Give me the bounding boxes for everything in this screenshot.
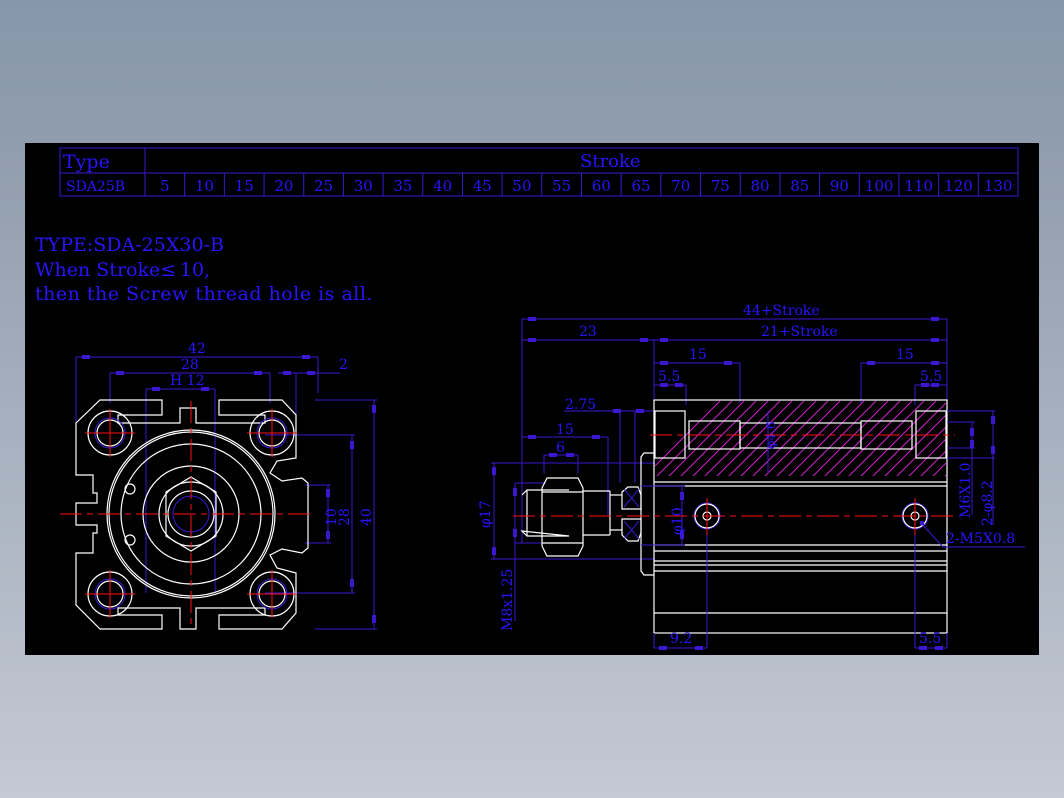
hatch-line [680, 400, 757, 477]
dim-28-label: 28 [181, 357, 199, 373]
table-stroke-cell: 25 [314, 177, 333, 195]
thread-rod-label: M8x1.25 [500, 569, 516, 631]
dim-42-label: 42 [188, 341, 206, 357]
hatch-line [788, 400, 865, 477]
dim-phi10-label: φ10 [670, 507, 686, 535]
table-stroke-cell: 80 [751, 177, 770, 195]
rod-wrench-flats [621, 486, 642, 542]
dim-body-label: 21+Stroke [761, 324, 838, 340]
table-stroke-cell: 10 [195, 177, 214, 195]
hatch-line [812, 400, 889, 477]
table-stroke-cell: 55 [552, 177, 571, 195]
table-stroke-cell: 50 [512, 177, 531, 195]
dim-2-label: 2 [339, 357, 348, 373]
cad-drawing: Type Stroke SDA25B 5 10 15 20 25 30 35 40 45 50 55… [35, 147, 1025, 650]
table-stroke-cell: 65 [631, 177, 650, 195]
dim-phi17-label: φ17 [478, 500, 494, 528]
dim-6-label: 6 [556, 440, 565, 456]
table-type-header: Type [63, 151, 110, 173]
dim-15-right-label: 15 [896, 347, 914, 363]
table-stroke-cell: 90 [830, 177, 849, 195]
hatch-line [668, 400, 745, 477]
dim-5-5-bottom-label: 5.5 [919, 631, 941, 647]
cad-drawing-canvas: Type Stroke SDA25B 5 10 15 20 25 30 35 40 45 50 55… [25, 143, 1039, 655]
dim-10-label: 10 [324, 508, 340, 526]
table-stroke-cell: 110 [904, 177, 933, 195]
table-stroke-cell: 5 [160, 177, 170, 195]
hatch-line [800, 400, 877, 477]
table-stroke-cell: 120 [944, 177, 973, 195]
hatch-line [920, 450, 947, 477]
hatch-line [932, 462, 947, 477]
table-stroke-cell: 45 [473, 177, 492, 195]
front-view: 42 28 H 12 2 40 28 10 [60, 341, 377, 630]
table-stroke-cell: 100 [865, 177, 894, 195]
thread-m6-label: M6X1.0 [958, 463, 974, 518]
table-stroke-cell: 20 [274, 177, 293, 195]
hatch-line [656, 400, 733, 477]
table-model-cell: SDA25B [66, 179, 125, 195]
table-stroke-cell: 40 [433, 177, 452, 195]
dim-rod-15-label: 15 [556, 422, 574, 438]
counterbore-label: 2-φ8.2 [980, 480, 996, 526]
side-view: 44+Stroke 23 21+Stroke 15 15 5.5 5.5 2.7… [478, 303, 1025, 650]
table-stroke-cell: 130 [984, 177, 1013, 195]
stroke-table: Type Stroke SDA25B 5 10 15 20 25 30 35 40 45 50 55… [59, 147, 1019, 197]
hatch-line [896, 426, 947, 477]
table-stroke-cell: 15 [235, 177, 254, 195]
hatch-line [872, 402, 947, 477]
note-type: TYPE:SDA-25X30-B [35, 234, 224, 256]
table-stroke-cell: 85 [790, 177, 809, 195]
dim-5-5-right-label: 5.5 [920, 369, 942, 385]
dim-5-5-left-label: 5.5 [658, 369, 680, 385]
table-stroke-header: Stroke [580, 151, 641, 172]
hatch-line [692, 400, 769, 477]
dim-9-2-label: 9.2 [670, 631, 692, 647]
hatch-line [836, 400, 913, 477]
rod-end-thread [520, 489, 570, 537]
hatch-line [848, 400, 925, 477]
dim-15-left-label: 15 [689, 347, 707, 363]
table-stroke-cell: 75 [711, 177, 730, 195]
hatch-line [860, 400, 937, 477]
note-thread-hole: then the Screw thread hole is all. [35, 283, 373, 305]
side-centerlines [513, 434, 955, 535]
hatch-line [716, 400, 793, 477]
table-stroke-cells: 5 10 15 20 25 30 35 40 45 50 55 60 65 70 75 80 85 90 100 11… [160, 173, 1012, 196]
table-stroke-cell: 35 [393, 177, 412, 195]
dim-23-label: 23 [579, 324, 597, 340]
table-stroke-cell: 70 [671, 177, 690, 195]
table-stroke-cell: 60 [592, 177, 611, 195]
hatch-line [776, 400, 853, 477]
port-thread-label: 2-M5X0.8 [946, 531, 1015, 547]
dim-2-75-label: 2.75 [565, 397, 596, 413]
table-stroke-cell: 30 [354, 177, 373, 195]
hatch-line [824, 400, 901, 477]
section-hatch [654, 400, 947, 477]
dim-h12-label: H 12 [170, 373, 204, 389]
note-stroke-condition: When Stroke≤ 10, [35, 259, 210, 281]
hatch-line [740, 400, 817, 477]
dim-40-label: 40 [359, 508, 375, 526]
notes: TYPE:SDA-25X30-B When Stroke≤ 10, then t… [35, 234, 373, 305]
hatch-line [944, 474, 947, 477]
dim-total-label: 44+Stroke [743, 303, 820, 319]
